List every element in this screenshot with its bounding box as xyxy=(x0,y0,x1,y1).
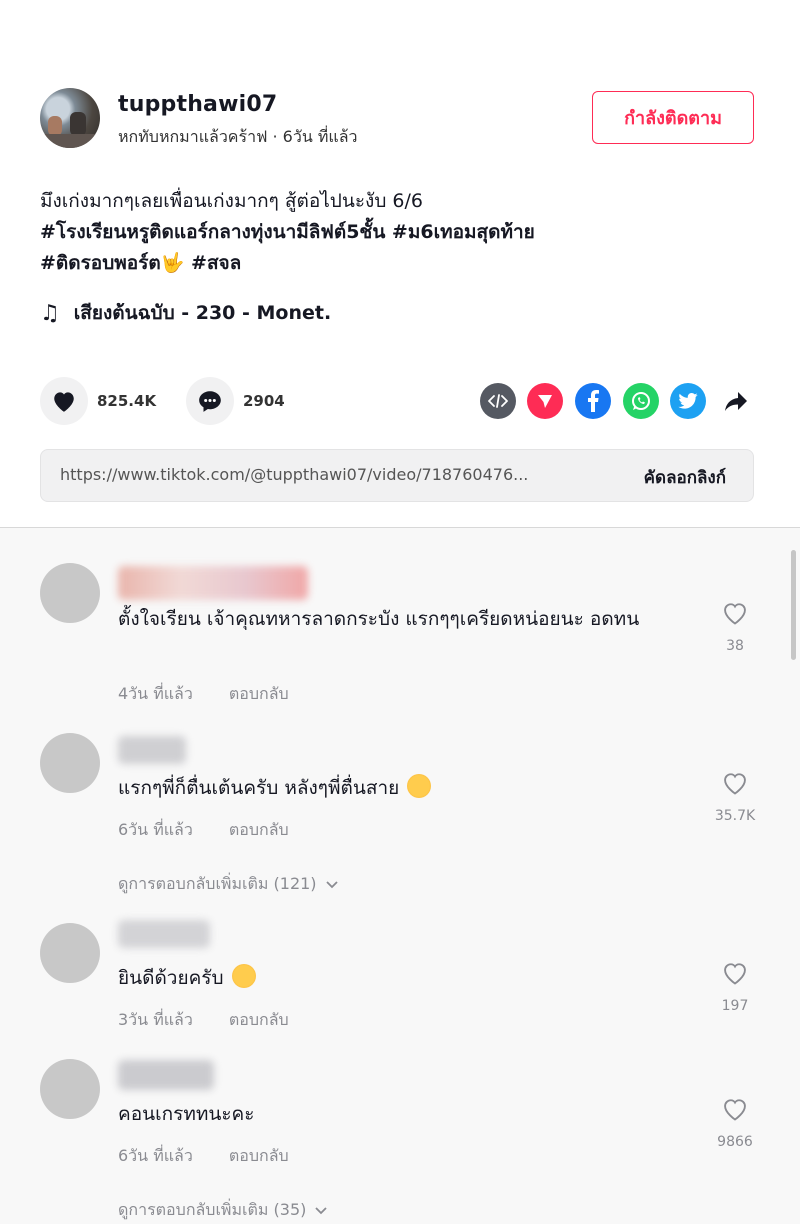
comment-time: 4วัน ที่แล้ว xyxy=(118,684,193,703)
following-button[interactable]: กำลังติดตาม xyxy=(592,91,754,144)
author-subline: หกทับหกมาแล้วคร้าฟ · 6วัน ที่แล้ว xyxy=(118,127,358,146)
comment-like[interactable]: 197 xyxy=(704,960,766,1014)
comment-like-count: 38 xyxy=(726,638,744,654)
comment-like[interactable]: 9866 xyxy=(704,1096,766,1150)
music-link[interactable]: ♫ เสียงต้นฉบับ - 230 - Monet. xyxy=(40,298,331,328)
heart-outline-icon[interactable] xyxy=(721,770,749,796)
smiling-hearts-emoji xyxy=(231,964,256,988)
commenter-name-blurred[interactable] xyxy=(118,1060,214,1090)
caption-hashtags-line-1[interactable]: #โรงเรียนหรูติดแอร์กลางทุ่งนามีลิฟต์5ชั้… xyxy=(40,217,760,248)
comment-scrollbar[interactable] xyxy=(791,550,796,660)
heart-icon[interactable] xyxy=(40,377,88,425)
share-arrow-icon[interactable] xyxy=(718,383,754,419)
video-url: https://www.tiktok.com/@tuppthawi07/vide… xyxy=(60,465,529,484)
heart-outline-icon[interactable] xyxy=(721,1096,749,1122)
copy-link-bar: https://www.tiktok.com/@tuppthawi07/vide… xyxy=(40,449,754,502)
twitter-icon[interactable] xyxy=(670,383,706,419)
whatsapp-icon[interactable] xyxy=(623,383,659,419)
comment-meta: 6วัน ที่แล้ว ตอบกลับ xyxy=(118,1144,289,1169)
commenter-avatar[interactable] xyxy=(40,923,100,983)
commenter-name-blurred[interactable] xyxy=(118,920,210,948)
author-avatar[interactable] xyxy=(40,88,100,148)
comment-stat[interactable]: 2904 xyxy=(186,377,285,425)
comment-meta: 4วัน ที่แล้ว ตอบกลับ xyxy=(118,682,289,707)
comment-bubble-icon[interactable] xyxy=(186,377,234,425)
comment-text: ตั้งใจเรียน เจ้าคุณทหารลาดกระบัง แรกๆๆเค… xyxy=(118,608,640,630)
comment-like-count: 35.7K xyxy=(714,808,756,824)
video-info-header: tuppthawi07 หกทับหกมาแล้วคร้าฟ · 6วัน ที… xyxy=(0,0,800,528)
comment-like[interactable]: 38 xyxy=(704,600,766,654)
commenter-name-blurred[interactable] xyxy=(118,566,308,600)
comment-text: คอนเกรททนะคะ xyxy=(118,1103,255,1125)
commenter-avatar[interactable] xyxy=(40,733,100,793)
caption-text: มึงเก่งมากๆเลยเพื่อนเก่งมากๆ สู้ต่อไปนะง… xyxy=(40,190,423,212)
comment-time: 3วัน ที่แล้ว xyxy=(118,1010,193,1029)
embed-icon[interactable] xyxy=(480,383,516,419)
reply-button[interactable]: ตอบกลับ xyxy=(229,820,289,839)
commenter-avatar[interactable] xyxy=(40,563,100,623)
reply-button[interactable]: ตอบกลับ xyxy=(229,684,289,703)
music-title: เสียงต้นฉบับ - 230 - Monet. xyxy=(73,302,332,324)
like-count: 825.4K xyxy=(97,392,157,410)
like-stat[interactable]: 825.4K xyxy=(40,377,156,425)
comment-meta: 6วัน ที่แล้ว ตอบกลับ xyxy=(118,818,289,843)
music-note-icon: ♫ xyxy=(40,300,60,326)
commenter-avatar[interactable] xyxy=(40,1059,100,1119)
commenter-name-blurred[interactable] xyxy=(118,736,186,764)
heart-outline-icon[interactable] xyxy=(721,600,749,626)
comment-count: 2904 xyxy=(243,392,285,410)
comment-time: 6วัน ที่แล้ว xyxy=(118,1146,193,1165)
reply-button[interactable]: ตอบกลับ xyxy=(229,1010,289,1029)
send-icon[interactable] xyxy=(527,383,563,419)
chevron-down-icon xyxy=(325,880,338,888)
flushed-face-emoji xyxy=(407,774,432,798)
video-caption: มึงเก่งมากๆเลยเพื่อนเก่งมากๆ สู้ต่อไปนะง… xyxy=(40,186,760,279)
comment-like-count: 197 xyxy=(721,998,749,1014)
view-more-replies[interactable]: ดูการตอบกลับเพิ่มเติม (121) xyxy=(118,872,339,897)
comment-like[interactable]: 35.7K xyxy=(704,770,766,824)
caption-hashtags-line-2[interactable]: #ติดรอบพอร์ต🤟 #สจล xyxy=(40,248,760,279)
view-more-replies[interactable]: ดูการตอบกลับเพิ่มเติม (35) xyxy=(118,1198,328,1223)
comment-text: ยินดีด้วยครับ xyxy=(118,962,678,995)
facebook-icon[interactable] xyxy=(575,383,611,419)
chevron-down-icon xyxy=(315,1206,327,1214)
heart-outline-icon[interactable] xyxy=(721,960,749,986)
comment-list: ตั้งใจเรียน เจ้าคุณทหารลาดกระบัง แรกๆๆเค… xyxy=(0,528,800,1224)
comment-time: 6วัน ที่แล้ว xyxy=(118,820,193,839)
reply-button[interactable]: ตอบกลับ xyxy=(229,1146,289,1165)
comment-meta: 3วัน ที่แล้ว ตอบกลับ xyxy=(118,1008,289,1033)
author-username[interactable]: tuppthawi07 xyxy=(118,92,277,117)
comment-text: แรกๆพี่ก็ตื่นเต้นครับ หลังๆพี่ตื่นสาย xyxy=(118,772,678,805)
comment-like-count: 9866 xyxy=(717,1134,753,1150)
copy-link-button[interactable]: คัดลอกลิงก์ xyxy=(644,464,726,491)
